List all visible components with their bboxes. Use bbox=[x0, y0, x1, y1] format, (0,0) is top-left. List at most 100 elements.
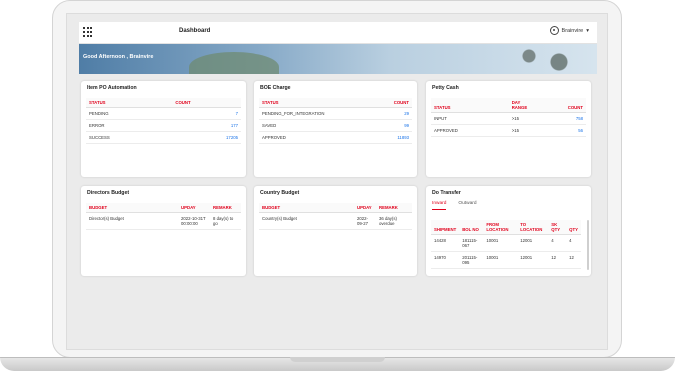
table-row: SAVED 99 bbox=[259, 119, 412, 132]
sk-qty-cell: 12 bbox=[548, 251, 567, 269]
column-header: COUNT bbox=[530, 98, 586, 113]
count-link[interactable]: 11893 bbox=[375, 131, 412, 144]
status-cell: PENDING bbox=[86, 107, 173, 120]
upday-cell: 2022-09-27 bbox=[354, 212, 376, 230]
shipment-cell: 14428 bbox=[431, 234, 460, 252]
upday-cell: 2022-10-31T00:00:00 bbox=[178, 212, 210, 230]
status-cell: APPROVED bbox=[431, 124, 509, 137]
card-title: Directors Budget bbox=[87, 190, 130, 196]
column-header: QTY bbox=[566, 220, 581, 235]
from-location-cell: 10001 bbox=[483, 234, 518, 252]
status-cell: INPUT bbox=[431, 112, 509, 125]
card-title: Petty Cash bbox=[432, 85, 459, 91]
directors-budget-table: BUDGET UPDAY REMARK Director(s) Budget 2022… bbox=[86, 203, 241, 230]
tab-inward[interactable]: Inward bbox=[432, 201, 447, 210]
column-header: REMARK bbox=[210, 203, 241, 213]
table-row: ERROR 177 bbox=[86, 119, 241, 132]
top-bar: Dashboard Brainvire ▾ bbox=[79, 22, 597, 44]
count-link[interactable]: 56 bbox=[530, 124, 586, 137]
item-po-card: Item PO Automation STATUS COUNT PENDING 7 … bbox=[81, 81, 246, 177]
count-link[interactable]: 99 bbox=[375, 119, 412, 132]
user-menu[interactable]: Brainvire ▾ bbox=[549, 26, 589, 35]
banner-tree bbox=[499, 44, 597, 74]
to-location-cell: 12001 bbox=[517, 251, 549, 269]
column-header: SHIPMENT bbox=[431, 220, 460, 235]
do-transfer-card: Do Transfer Inward Outward SHIPMENT BOL … bbox=[426, 186, 591, 276]
status-cell: SUCCESS bbox=[86, 131, 173, 144]
remark-cell: 36 day(s) overdue bbox=[376, 212, 412, 230]
bol-cell: 181115-067 bbox=[459, 234, 484, 252]
column-header: DAY RANGE bbox=[508, 98, 531, 113]
status-cell: SAVED bbox=[259, 119, 376, 132]
table-scrollbar[interactable] bbox=[587, 220, 589, 270]
budget-cell: Country(s) Budget bbox=[259, 212, 354, 230]
column-header: TO LOCATION bbox=[517, 220, 549, 235]
table-row: 14428 181115-067 10001 12001 4 4 bbox=[431, 234, 581, 252]
bol-cell: 201115-095 bbox=[459, 251, 484, 269]
banner-hill bbox=[189, 52, 279, 74]
count-link[interactable]: 29 bbox=[375, 107, 412, 120]
table-row: 14970 201115-095 10001 12001 12 12 bbox=[431, 251, 581, 269]
column-header: UPDAY bbox=[354, 203, 376, 213]
do-transfer-table: SHIPMENT BOL NO FROM LOCATION TO LOCATIO… bbox=[431, 220, 581, 269]
count-link[interactable]: 758 bbox=[530, 112, 586, 125]
qty-cell: 4 bbox=[566, 234, 581, 252]
day-range-cell: >15 bbox=[508, 124, 531, 137]
day-range-cell: >15 bbox=[508, 112, 531, 125]
greeting-text: Good Afternoon , Brainvire bbox=[83, 54, 154, 60]
column-header: REMARK bbox=[376, 203, 412, 213]
column-header: SK QTY bbox=[548, 220, 567, 235]
status-cell: ERROR bbox=[86, 119, 173, 132]
greeting-banner: Good Afternoon , Brainvire bbox=[79, 44, 597, 74]
count-link[interactable]: 177 bbox=[172, 119, 241, 132]
app-screen: Dashboard Brainvire ▾ Good Afternoon , B… bbox=[66, 13, 608, 350]
table-row: SUCCESS 17205 bbox=[86, 131, 241, 144]
apps-grid-icon[interactable] bbox=[83, 27, 93, 37]
card-title: Do Transfer bbox=[432, 190, 461, 196]
column-header: UPDAY bbox=[178, 203, 210, 213]
page-title: Dashboard bbox=[179, 28, 211, 34]
table-row: Country(s) Budget 2022-09-27 36 day(s) ove… bbox=[259, 212, 412, 230]
card-title: Item PO Automation bbox=[87, 85, 137, 91]
column-header: COUNT bbox=[172, 98, 241, 108]
card-title: BOE Charge bbox=[260, 85, 291, 91]
count-link[interactable]: 7 bbox=[172, 107, 241, 120]
petty-cash-table: STATUS DAY RANGE COUNT INPUT >15 758 APPROVE… bbox=[431, 98, 586, 137]
count-link[interactable]: 17205 bbox=[172, 131, 241, 144]
status-cell: PENDING_FOR_INTEGRATION bbox=[259, 107, 376, 120]
table-row: APPROVED 11893 bbox=[259, 131, 412, 144]
boe-charge-card: BOE Charge STATUS COUNT PENDING_FOR_INTEG… bbox=[254, 81, 417, 177]
table-row: PENDING_FOR_INTEGRATION 29 bbox=[259, 107, 412, 120]
budget-cell: Director(s) Budget bbox=[86, 212, 178, 230]
column-header: BUDGET bbox=[259, 203, 354, 213]
country-budget-card: Country Budget BUDGET UPDAY REMARK Country… bbox=[254, 186, 417, 276]
column-header: STATUS bbox=[259, 98, 376, 108]
laptop-notch bbox=[290, 357, 385, 362]
column-header: STATUS bbox=[86, 98, 173, 108]
status-cell: APPROVED bbox=[259, 131, 376, 144]
table-row: Director(s) Budget 2022-10-31T00:00:00 8 d… bbox=[86, 212, 241, 230]
from-location-cell: 10001 bbox=[483, 251, 518, 269]
transfer-tabs: Inward Outward bbox=[432, 201, 477, 210]
column-header: BOL NO bbox=[459, 220, 484, 235]
column-header: BUDGET bbox=[86, 203, 178, 213]
caret-down-icon: ▾ bbox=[586, 27, 589, 34]
petty-cash-card: Petty Cash STATUS DAY RANGE COUNT INPUT >15… bbox=[426, 81, 591, 177]
shipment-cell: 14970 bbox=[431, 251, 460, 269]
card-title: Country Budget bbox=[260, 190, 300, 196]
to-location-cell: 12001 bbox=[517, 234, 549, 252]
table-row: INPUT >15 758 bbox=[431, 112, 586, 125]
user-avatar-icon bbox=[549, 26, 559, 35]
column-header: COUNT bbox=[375, 98, 412, 108]
remark-cell: 8 day(s) to go bbox=[210, 212, 241, 230]
boe-table: STATUS COUNT PENDING_FOR_INTEGRATION 29 SA… bbox=[259, 98, 412, 144]
directors-budget-card: Directors Budget BUDGET UPDAY REMARK Direc… bbox=[81, 186, 246, 276]
tab-outward[interactable]: Outward bbox=[458, 201, 476, 210]
sk-qty-cell: 4 bbox=[548, 234, 567, 252]
qty-cell: 12 bbox=[566, 251, 581, 269]
user-name: Brainvire bbox=[561, 27, 584, 34]
country-budget-table: BUDGET UPDAY REMARK Country(s) Budget 2022-… bbox=[259, 203, 412, 230]
table-row: PENDING 7 bbox=[86, 107, 241, 120]
item-po-table: STATUS COUNT PENDING 7 ERROR 177 SUCCESS 172… bbox=[86, 98, 241, 144]
column-header: STATUS bbox=[431, 98, 509, 113]
